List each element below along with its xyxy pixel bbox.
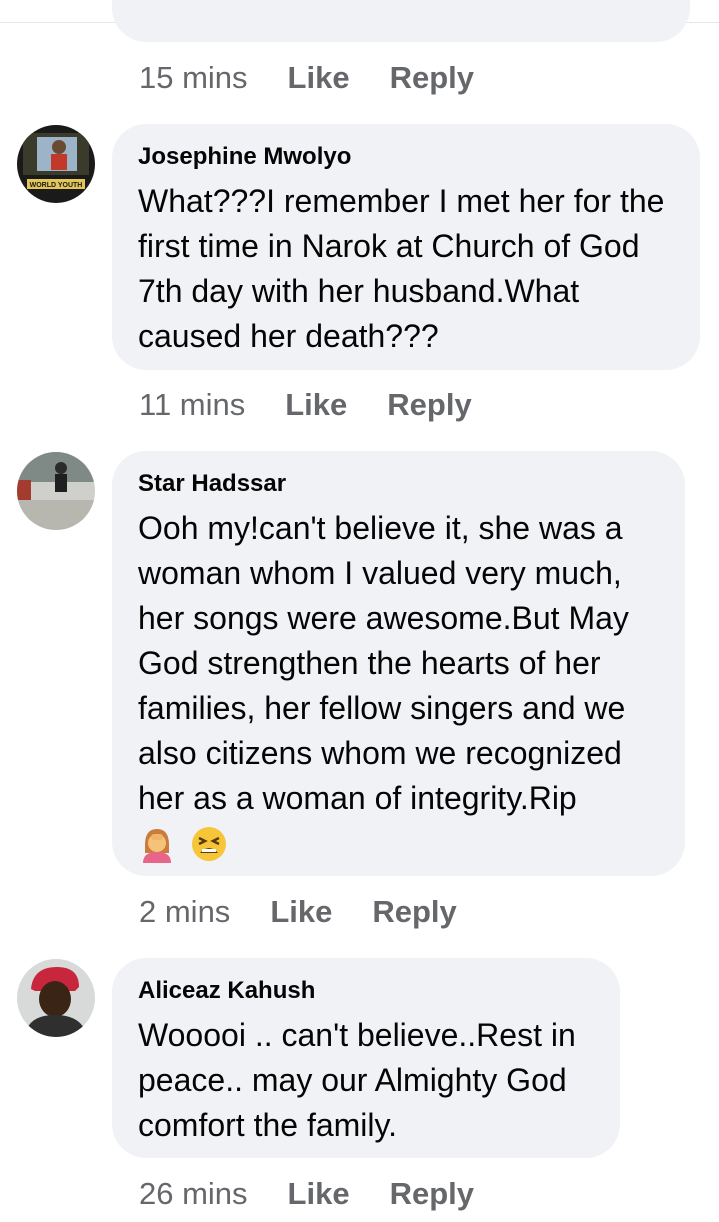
avatar-star-hadssar[interactable]: [17, 452, 95, 530]
comment-bubble: Josephine Mwolyo What???I remember I met…: [112, 124, 700, 370]
like-button[interactable]: Like: [270, 894, 332, 930]
reply-button[interactable]: Reply: [372, 894, 456, 930]
avatar-banner-text: WORLD YOUTH: [30, 182, 83, 189]
comment-emojis: [138, 825, 659, 863]
comment-timestamp: 26 mins: [139, 1176, 248, 1211]
avatar-aliceaz-kahush[interactable]: [17, 959, 95, 1037]
comment-actions: 11 mins Like Reply: [139, 385, 512, 425]
like-button[interactable]: Like: [288, 1176, 350, 1212]
previous-comment-bubble: [112, 0, 690, 42]
comment-text: What???I remember I met her for the firs…: [138, 183, 665, 354]
comment-bubble: Aliceaz Kahush Wooooi .. can't believe..…: [112, 958, 620, 1158]
comment-timestamp: 15 mins: [139, 60, 248, 95]
like-button[interactable]: Like: [288, 60, 350, 96]
comment-author[interactable]: Josephine Mwolyo: [138, 142, 674, 172]
woman-facepalming-emoji: [143, 829, 171, 863]
reply-button[interactable]: Reply: [390, 60, 474, 96]
comment-actions: 2 mins Like Reply: [139, 892, 497, 932]
tired-face-emoji: [192, 827, 226, 861]
comment-timestamp: 11 mins: [139, 387, 246, 422]
reply-button[interactable]: Reply: [390, 1176, 474, 1212]
comment-author[interactable]: Aliceaz Kahush: [138, 976, 594, 1006]
previous-comment-actions: 15 mins Like Reply: [139, 58, 514, 98]
comment-text: Wooooi .. can't believe..Rest in peace..…: [138, 1017, 576, 1143]
comment-text: Ooh my!can't believe it, she was a woman…: [138, 510, 629, 816]
like-button[interactable]: Like: [285, 387, 347, 423]
comment-actions: 26 mins Like Reply: [139, 1174, 514, 1214]
reply-button[interactable]: Reply: [387, 387, 471, 423]
avatar-josephine-mwolyo[interactable]: WORLD YOUTH: [17, 125, 95, 203]
comment-timestamp: 2 mins: [139, 894, 231, 929]
comment-author[interactable]: Star Hadssar: [138, 469, 659, 499]
comment-bubble: Star Hadssar Ooh my!can't believe it, sh…: [112, 451, 685, 876]
